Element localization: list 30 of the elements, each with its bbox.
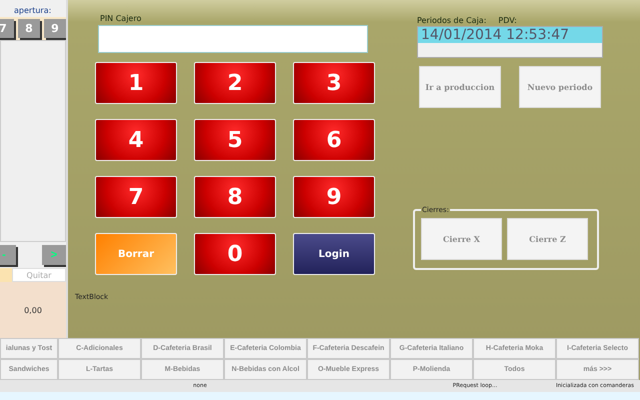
closing-button[interactable]: Cierre Z	[507, 218, 588, 260]
digit-key[interactable]: 1	[95, 62, 177, 104]
pin-field[interactable]	[98, 25, 368, 53]
digit-key[interactable]: 3	[293, 62, 375, 104]
digit-key[interactable]: 2	[194, 62, 276, 104]
digit-key[interactable]: 0	[194, 233, 276, 275]
digit-key[interactable]: 4	[95, 119, 177, 161]
pin-label: PIN Cajero	[100, 14, 142, 23]
remove-button[interactable]: Quitar	[12, 268, 66, 282]
digit-key[interactable]: 9	[293, 176, 375, 218]
digit-key[interactable]: 6	[293, 119, 375, 161]
login-button[interactable]: Login	[293, 233, 375, 275]
nav-button[interactable]: >	[42, 245, 66, 265]
digit-key[interactable]: 8	[194, 176, 276, 218]
nav-button[interactable]: -	[0, 245, 16, 265]
opening-label: apertura:	[13, 5, 52, 17]
periods-label: Periodos de Caja:	[417, 16, 486, 25]
digit-key[interactable]: 5	[194, 119, 276, 161]
period-item[interactable]: 14/01/2014 12:53:47	[418, 27, 602, 43]
period-button[interactable]: Nuevo periodo	[519, 66, 601, 108]
closing-button[interactable]: Cierre X	[421, 218, 502, 260]
number-key[interactable]: 8	[18, 19, 40, 38]
pdv-label: PDV:	[498, 16, 517, 25]
clear-button[interactable]: Borrar	[95, 233, 177, 275]
digit-key[interactable]: 7	[95, 176, 177, 218]
total-amount: 0,00	[24, 306, 42, 314]
period-button[interactable]: Ir a produccion	[419, 66, 501, 108]
number-key[interactable]: 7	[0, 19, 14, 38]
tab-stub	[0, 268, 12, 282]
number-key[interactable]: 9	[44, 19, 66, 38]
